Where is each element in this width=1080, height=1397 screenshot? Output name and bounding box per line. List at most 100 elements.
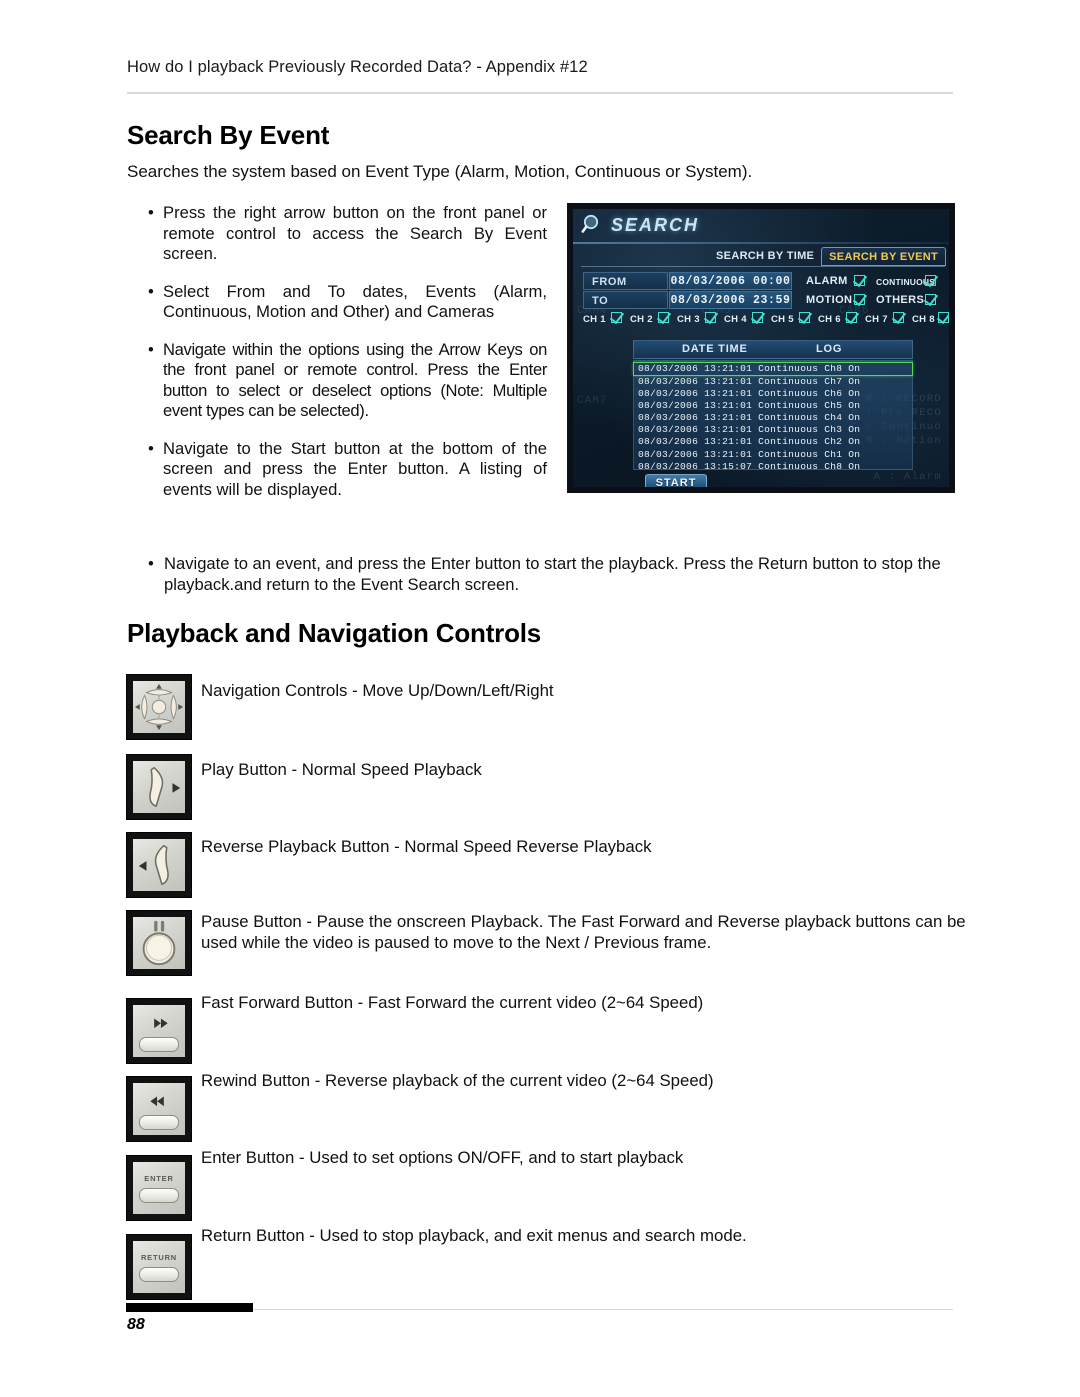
control-description: Return Button - Used to stop playback, a… xyxy=(201,1226,747,1245)
tab-search-by-event[interactable]: SEARCH BY EVENT xyxy=(821,247,946,266)
checkbox-ch1[interactable] xyxy=(611,312,622,323)
tab-search-by-time[interactable]: SEARCH BY TIME xyxy=(709,247,821,266)
key-pill xyxy=(139,1037,179,1052)
button-face: RETURN xyxy=(133,1241,185,1293)
table-row[interactable]: 08/03/2006 13:21:01 Continuous Ch8 On xyxy=(633,362,913,376)
checkbox-others[interactable] xyxy=(925,294,936,305)
control-description: Rewind Button - Reverse playback of the … xyxy=(201,1071,714,1090)
list-item-text: Navigate within the options using the Ar… xyxy=(163,339,547,421)
button-face: ENTER xyxy=(133,1162,185,1214)
channel-label-7: CH 7 xyxy=(865,314,888,325)
to-value[interactable]: 08/03/2006 23:59 xyxy=(669,291,792,309)
running-head: How do I playback Previously Recorded Da… xyxy=(127,58,588,76)
page-number: 88 xyxy=(127,1316,145,1333)
log-column-log: LOG xyxy=(816,343,843,355)
search-icon xyxy=(581,214,599,233)
pause-icon[interactable] xyxy=(126,910,192,976)
list-item-text: Select From and To dates, Events (Alarm,… xyxy=(163,281,547,322)
checkbox-ch7[interactable] xyxy=(893,312,904,323)
checkbox-ch5[interactable] xyxy=(799,312,810,323)
tab-divider xyxy=(581,266,945,267)
button-face xyxy=(133,917,185,969)
table-row[interactable]: 08/03/2006 13:21:01 Continuous Ch4 On xyxy=(634,412,912,424)
from-label: FROM xyxy=(583,272,668,290)
manual-page: How do I playback Previously Recorded Da… xyxy=(0,0,1080,1397)
channel-label-5: CH 5 xyxy=(771,314,794,325)
list-item: • Select From and To dates, Events (Alar… xyxy=(147,282,547,323)
table-row[interactable]: 08/03/2006 13:21:01 Continuous Ch6 On xyxy=(634,388,912,400)
table-row[interactable]: 08/03/2006 13:21:01 Continuous Ch5 On xyxy=(634,400,912,412)
dpad-glyph xyxy=(134,683,184,731)
control-description: Play Button - Normal Speed Playback xyxy=(201,760,482,779)
search-intro-text: Searches the system based on Event Type … xyxy=(127,162,753,181)
checkbox-ch8[interactable] xyxy=(938,312,949,323)
play-glyph xyxy=(149,766,181,808)
list-item-text: Press the right arrow button on the fron… xyxy=(163,203,547,263)
checkbox-ch3[interactable] xyxy=(705,312,716,323)
to-label: TO xyxy=(583,291,668,309)
title-underline xyxy=(573,242,949,244)
control-description: Navigation Controls - Move Up/Down/Left/… xyxy=(201,681,554,700)
checkbox-motion[interactable] xyxy=(854,294,865,305)
enter-key-icon[interactable]: ENTER xyxy=(126,1155,192,1221)
button-face xyxy=(133,681,185,733)
key-pill xyxy=(139,1267,179,1282)
table-row[interactable]: 08/03/2006 13:15:07 Continuous Ch8 On xyxy=(634,461,912,473)
key-pill xyxy=(139,1188,179,1203)
pause-glyph xyxy=(142,920,176,966)
play-icon[interactable] xyxy=(126,754,192,820)
start-button[interactable]: START xyxy=(645,474,707,487)
event-type-label-alarm: ALARM xyxy=(806,275,848,287)
dvr-title-bar: SEARCH xyxy=(573,209,949,241)
return-key-label: RETURN xyxy=(140,1253,178,1262)
bullet-marker: • xyxy=(148,554,154,573)
list-item-text: Navigate to an event, and press the Ente… xyxy=(164,554,941,594)
table-row[interactable]: 08/03/2006 13:21:01 Continuous Ch7 On xyxy=(634,376,912,388)
button-face xyxy=(133,761,185,813)
fast-forward-icon[interactable] xyxy=(126,998,192,1064)
button-face xyxy=(133,1083,185,1135)
rewind-icon[interactable] xyxy=(126,1076,192,1142)
button-face xyxy=(133,1005,185,1057)
control-description: Pause Button - Pause the onscreen Playba… xyxy=(201,912,966,952)
table-row[interactable]: 08/03/2006 13:21:01 Continuous Ch3 On xyxy=(634,424,912,436)
from-value[interactable]: 08/03/2006 00:00 xyxy=(669,272,792,290)
header-divider xyxy=(127,92,953,94)
list-item: • Press the right arrow button on the fr… xyxy=(147,203,547,265)
log-table-header: DATE TIME LOG xyxy=(633,340,913,359)
event-type-label-others: OTHERS xyxy=(876,294,925,306)
bullet-marker: • xyxy=(148,281,154,301)
key-pill xyxy=(139,1115,179,1130)
checkbox-ch4[interactable] xyxy=(752,312,763,323)
table-row[interactable]: 08/03/2006 13:21:01 Continuous Ch1 On xyxy=(634,449,912,461)
checkbox-ch6[interactable] xyxy=(846,312,857,323)
footer-divider xyxy=(253,1309,953,1310)
log-column-datetime: DATE TIME xyxy=(682,343,748,355)
ghost-legend-item: A : Alarm xyxy=(873,471,942,483)
reverse-play-icon[interactable] xyxy=(126,832,192,898)
table-row[interactable]: 08/03/2006 13:21:01 Continuous Ch2 On xyxy=(634,436,912,448)
bullet-marker: • xyxy=(148,339,154,359)
enter-key-label: ENTER xyxy=(144,1174,174,1183)
checkbox-alarm[interactable] xyxy=(854,275,865,286)
channel-label-2: CH 2 xyxy=(630,314,653,325)
dvr-screen-title: SEARCH xyxy=(611,215,700,235)
page-title-playback-controls: Playback and Navigation Controls xyxy=(127,618,542,648)
list-item-text: Navigate to the Start button at the bott… xyxy=(163,438,547,499)
channel-label-4: CH 4 xyxy=(724,314,747,325)
ghost-cam-label: CAM7 xyxy=(577,395,608,407)
checkbox-continuous[interactable] xyxy=(925,275,936,286)
control-description: Enter Button - Used to set options ON/OF… xyxy=(201,1148,684,1167)
checkbox-ch2[interactable] xyxy=(658,312,669,323)
event-type-label-motion: MOTION xyxy=(806,294,853,306)
dvr-search-screenshot: CAM4 CAM5 CAM6 CAM7 R : RECORD P : Pre-R… xyxy=(567,203,955,493)
dvr-screen: CAM4 CAM5 CAM6 CAM7 R : RECORD P : Pre-R… xyxy=(573,209,949,487)
button-face xyxy=(133,839,185,891)
return-key-icon[interactable]: RETURN xyxy=(126,1234,192,1300)
search-bullet-list: • Press the right arrow button on the fr… xyxy=(147,203,547,500)
log-table-body[interactable]: 08/03/2006 13:21:01 Continuous Ch8 On 08… xyxy=(633,360,913,473)
reverse-play-glyph xyxy=(138,844,169,886)
bullet-marker: • xyxy=(148,203,154,222)
list-item: • Navigate to an event, and press the En… xyxy=(147,553,957,595)
dpad-navigation-icon[interactable] xyxy=(126,674,192,740)
